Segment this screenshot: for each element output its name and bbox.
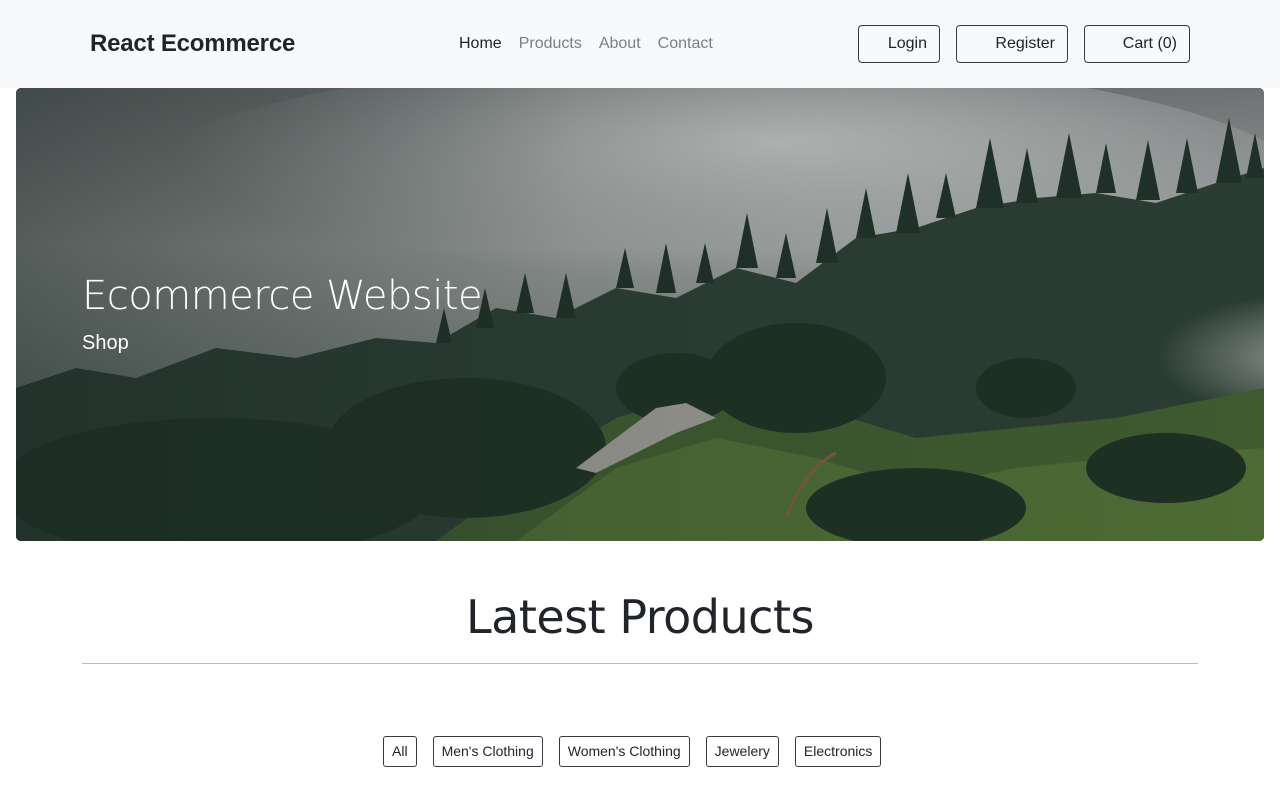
filter-womens-clothing-button[interactable]: Women's Clothing (558, 736, 690, 767)
login-button-label: Login (887, 35, 927, 52)
login-button[interactable]: Login (858, 25, 940, 63)
latest-products-heading: Latest Products (466, 590, 814, 644)
user-plus-icon (969, 38, 983, 50)
filter-electronics-button[interactable]: Electronics (794, 736, 882, 767)
register-button-label: Register (995, 35, 1055, 52)
filter-jewelery-button[interactable]: Jewelery (705, 736, 779, 767)
category-filters: All Men's Clothing Women's Clothing Jewe… (383, 736, 882, 767)
nav-link-about[interactable]: About (599, 32, 641, 56)
cart-button[interactable]: Cart (0) (1084, 25, 1190, 63)
navbar: React Ecommerce Home Products About Cont… (0, 0, 1280, 88)
shopping-cart-icon (1097, 38, 1111, 50)
nav-link-home[interactable]: Home (459, 32, 502, 56)
nav-links: Home Products About Contact (459, 32, 713, 56)
section-divider (82, 663, 1198, 664)
register-button[interactable]: Register (956, 25, 1068, 63)
filter-all-button[interactable]: All (383, 736, 417, 767)
nav-link-products[interactable]: Products (519, 32, 582, 56)
cart-button-label: Cart (0) (1122, 35, 1177, 52)
hero-subtitle: Shop (82, 332, 129, 354)
brand-logo[interactable]: React Ecommerce (90, 29, 295, 59)
filter-mens-clothing-button[interactable]: Men's Clothing (432, 736, 543, 767)
hero-banner: Ecommerce Website Shop (16, 88, 1264, 541)
sign-in-icon (871, 38, 885, 50)
nav-link-contact[interactable]: Contact (658, 32, 713, 56)
hero-title: Ecommerce Website (82, 273, 483, 319)
